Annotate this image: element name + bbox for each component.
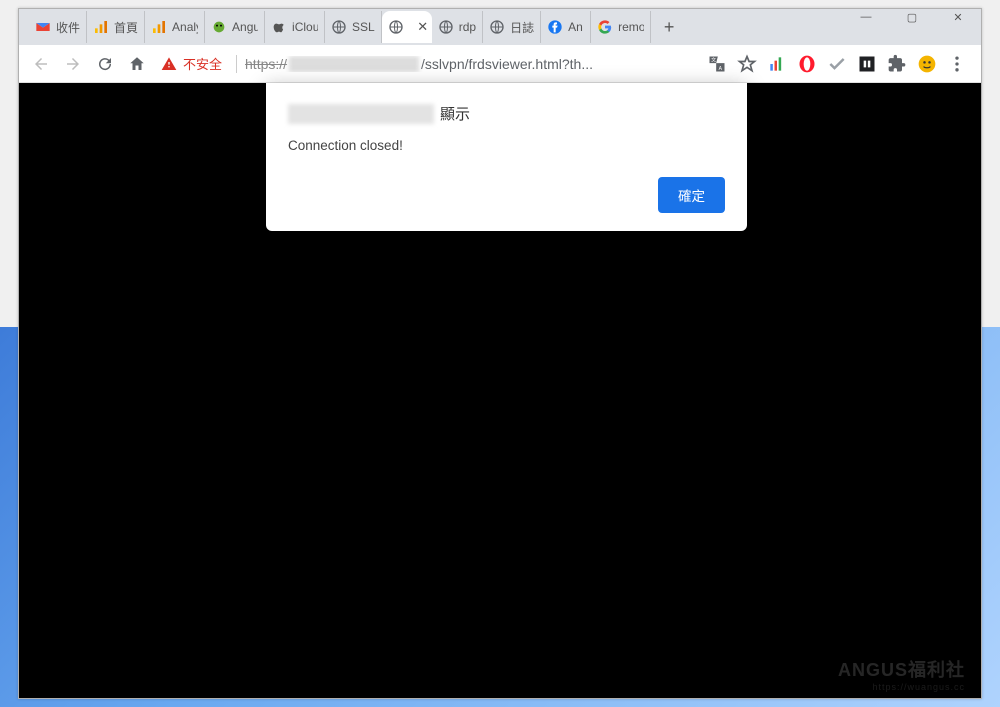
home-button[interactable] [123, 50, 151, 78]
new-tab-button[interactable]: + [655, 13, 683, 41]
alert-actions: 確定 [288, 177, 725, 213]
profile-avatar[interactable] [917, 54, 937, 74]
globe-icon [489, 19, 505, 35]
arrow-left-icon [32, 55, 50, 73]
extensions-puzzle-icon[interactable] [887, 54, 907, 74]
analytics-icon [93, 19, 109, 35]
alert-origin-blurred [288, 104, 434, 124]
opera-icon[interactable] [797, 54, 817, 74]
tab-active[interactable]: ✕ [382, 11, 432, 43]
page-content: 顯示 Connection closed! 確定 ANGUS福利社 https:… [19, 83, 981, 698]
tab-label: 首頁 [114, 19, 138, 36]
bug-icon [211, 19, 227, 35]
facebook-icon [547, 19, 563, 35]
tab-label: 收件 [56, 19, 80, 36]
home-icon [128, 55, 146, 73]
security-chip[interactable]: 不安全 [155, 50, 228, 78]
tab-label: remote [618, 20, 644, 34]
toolbar-actions: 文A [701, 54, 973, 74]
globe-icon [331, 19, 347, 35]
tab-label: rdp [459, 20, 476, 34]
translate-icon[interactable]: 文A [707, 54, 727, 74]
tab-angus[interactable]: Angus [205, 11, 265, 43]
tab-analytics[interactable]: Analytics [145, 11, 205, 43]
alert-ok-button[interactable]: 確定 [658, 177, 725, 213]
arrow-right-icon [64, 55, 82, 73]
plus-icon: + [664, 17, 675, 38]
alert-message: Connection closed! [288, 138, 725, 153]
close-window-button[interactable]: ✕ [935, 3, 981, 31]
tab-label: Analytics [172, 20, 198, 34]
url-host-blurred [289, 56, 419, 72]
browser-window: 收件 首頁 Analytics Angus iCloud [18, 8, 982, 699]
back-button[interactable] [27, 50, 55, 78]
tab-icloud[interactable]: iCloud [265, 11, 325, 43]
globe-icon [388, 19, 404, 35]
tab-label: 日誌 [510, 19, 534, 36]
close-tab-icon[interactable]: ✕ [416, 20, 430, 34]
analytics-icon [151, 19, 167, 35]
minimize-button[interactable]: — [843, 3, 889, 31]
google-icon [597, 19, 613, 35]
divider [236, 55, 237, 73]
kebab-icon [947, 54, 967, 74]
security-label: 不安全 [183, 54, 222, 73]
window-controls: — ▢ ✕ [843, 3, 981, 31]
tab-google[interactable]: remote [591, 11, 651, 43]
extension-square-icon[interactable] [857, 54, 877, 74]
check-icon[interactable] [827, 54, 847, 74]
alert-header: 顯示 [288, 103, 725, 124]
tab-log[interactable]: 日誌 [483, 11, 541, 43]
star-icon[interactable] [737, 54, 757, 74]
tab-strip: 收件 首頁 Analytics Angus iCloud [19, 9, 981, 45]
tab-label: Angus [232, 20, 258, 34]
forward-button[interactable] [59, 50, 87, 78]
address-bar[interactable]: https:// /sslvpn/frdsviewer.html?th... [245, 56, 697, 72]
extension-bars-icon[interactable] [767, 54, 787, 74]
svg-text:文: 文 [711, 56, 716, 63]
tab-facebook[interactable]: An [541, 11, 591, 43]
reload-icon [96, 55, 114, 73]
apple-icon [271, 19, 287, 35]
tab-label: iCloud [292, 20, 318, 34]
tab-label: An [568, 20, 584, 34]
maximize-button[interactable]: ▢ [889, 3, 935, 31]
reload-button[interactable] [91, 50, 119, 78]
tab-ga-home[interactable]: 首頁 [87, 11, 145, 43]
menu-button[interactable] [947, 54, 967, 74]
watermark: ANGUS福利社 https://wuangus.cc [838, 656, 965, 692]
toolbar: 不安全 https:// /sslvpn/frdsviewer.html?th..… [19, 45, 981, 83]
js-alert-dialog: 顯示 Connection closed! 確定 [266, 83, 747, 231]
url-path: /sslvpn/frdsviewer.html?th... [421, 56, 593, 72]
alert-says-label: 顯示 [440, 103, 470, 124]
tab-rdp[interactable]: rdp [432, 11, 483, 43]
tab-label: SSL [352, 20, 375, 34]
warning-icon [161, 56, 177, 72]
tab-gmail[interactable]: 收件 [29, 11, 87, 43]
url-scheme: https:// [245, 56, 287, 72]
gmail-icon [35, 19, 51, 35]
globe-icon [438, 19, 454, 35]
tab-ssl[interactable]: SSL [325, 11, 382, 43]
